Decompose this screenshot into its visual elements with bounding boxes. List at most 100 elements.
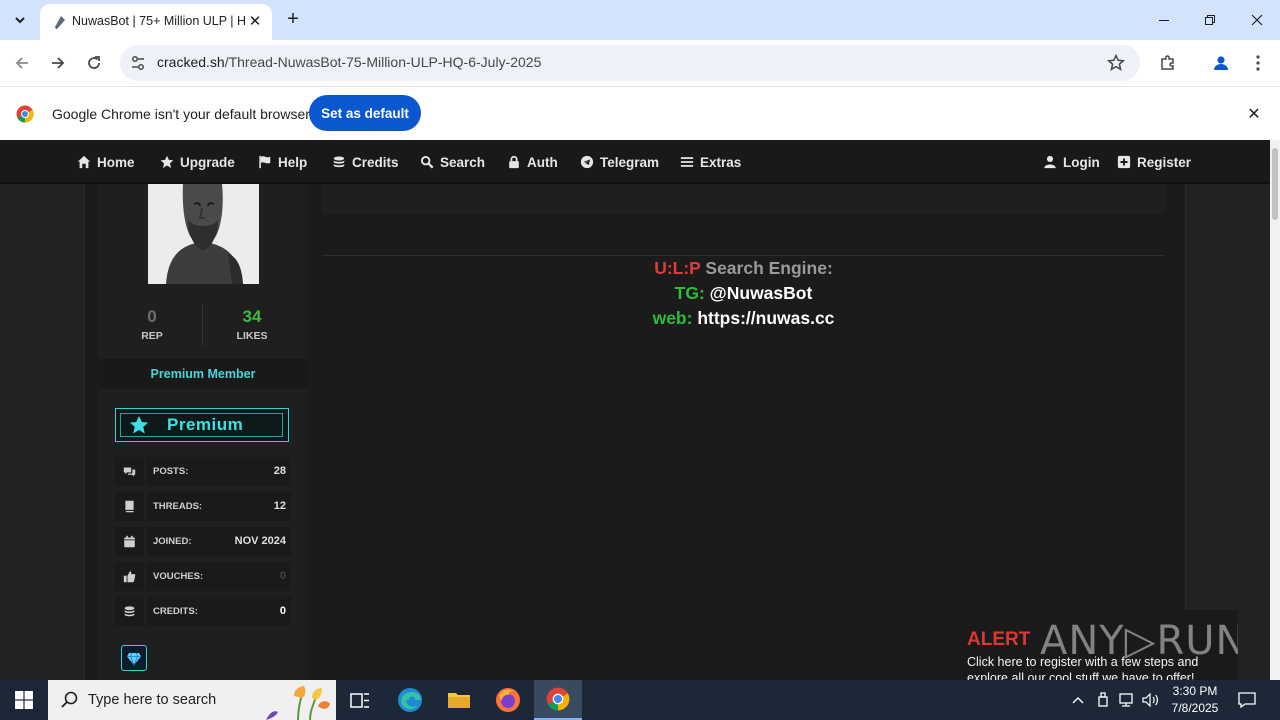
calendar-icon bbox=[124, 535, 135, 548]
tab-title: NuwasBot | 75+ Million ULP | H bbox=[72, 14, 247, 28]
address-bar[interactable]: cracked.sh/Thread-NuwasBot-75-Million-UL… bbox=[120, 45, 1140, 81]
comments-icon bbox=[123, 467, 136, 477]
url-path: /Thread-NuwasBot-75-Million-ULP-HQ-6-Jul… bbox=[224, 54, 542, 70]
nav-label: Auth bbox=[527, 154, 558, 170]
diamond-icon bbox=[127, 652, 141, 666]
taskbar-search-box[interactable]: Type here to search bbox=[48, 680, 336, 720]
firefox-taskbar-button[interactable] bbox=[484, 680, 532, 720]
usb-tray-icon[interactable] bbox=[1093, 690, 1113, 710]
kebab-menu-icon bbox=[1256, 55, 1260, 71]
forward-button[interactable] bbox=[46, 51, 70, 75]
minimize-button[interactable] bbox=[1141, 0, 1187, 40]
post-tg-value[interactable]: @NuwasBot bbox=[705, 283, 813, 303]
tab-search-button[interactable] bbox=[6, 7, 34, 33]
chrome-logo-icon bbox=[16, 105, 34, 123]
anyrun-alert-text: Click here to register with a few steps … bbox=[967, 655, 1199, 680]
new-tab-button[interactable]: + bbox=[282, 8, 304, 30]
reload-button[interactable] bbox=[82, 51, 106, 75]
url-host: cracked.sh bbox=[157, 54, 225, 70]
scrollbar-thumb[interactable] bbox=[1272, 148, 1278, 220]
taskbar-search-placeholder: Type here to search bbox=[88, 692, 217, 708]
start-button[interactable] bbox=[0, 680, 48, 720]
avatar[interactable] bbox=[148, 184, 259, 284]
tab-close-icon[interactable]: ✕ bbox=[246, 12, 264, 30]
site-favicon-icon bbox=[55, 16, 65, 29]
nav-search[interactable]: Search bbox=[420, 140, 485, 184]
post-header-bar bbox=[322, 184, 1165, 214]
close-window-button[interactable] bbox=[1234, 0, 1280, 40]
nav-telegram[interactable]: Telegram bbox=[580, 140, 659, 184]
home-icon bbox=[77, 155, 91, 169]
puzzle-icon bbox=[1161, 55, 1174, 70]
post-web-link[interactable]: https://nuwas.cc bbox=[692, 308, 834, 328]
browser-toolbar: cracked.sh/Thread-NuwasBot-75-Million-UL… bbox=[0, 40, 1280, 86]
star-icon bbox=[160, 155, 174, 168]
restore-button[interactable] bbox=[1187, 0, 1233, 40]
notification-center-icon[interactable] bbox=[1237, 690, 1257, 710]
edge-taskbar-button[interactable] bbox=[386, 680, 434, 720]
nav-extras[interactable]: Extras bbox=[680, 140, 741, 184]
nav-upgrade[interactable]: Upgrade bbox=[160, 140, 235, 184]
profile-stat-row: THREADS: 12 bbox=[115, 492, 291, 521]
task-view-button[interactable] bbox=[336, 680, 384, 720]
post-ulp-label: U:L:P bbox=[654, 258, 701, 278]
site-info-icon[interactable] bbox=[128, 53, 148, 73]
tray-overflow-icon[interactable] bbox=[1068, 690, 1088, 710]
set-as-default-button[interactable]: Set as default bbox=[309, 95, 421, 131]
chrome-menu-button[interactable] bbox=[1246, 51, 1270, 75]
premium-badge: Premium bbox=[115, 408, 289, 442]
anyrun-alert-popup[interactable]: ANY▷RUN ALERT Click here to register wit… bbox=[952, 610, 1238, 680]
profile-button[interactable] bbox=[1209, 51, 1233, 75]
post-engine-label: Search Engine: bbox=[700, 258, 833, 278]
page-scrollbar[interactable] bbox=[1270, 140, 1280, 680]
task-view-icon bbox=[350, 693, 369, 708]
nav-label: Register bbox=[1137, 154, 1192, 170]
extensions-button[interactable] bbox=[1156, 51, 1180, 75]
post-line-web: web: https://nuwas.cc bbox=[322, 308, 1165, 329]
profile-stat-row: CREDITS: 0 bbox=[115, 597, 291, 626]
browser-tab[interactable]: NuwasBot | 75+ Million ULP | H ✕ bbox=[40, 4, 272, 40]
stat-key: CREDITS: bbox=[153, 606, 198, 617]
nav-register[interactable]: Register bbox=[1117, 140, 1191, 184]
nav-login[interactable]: Login bbox=[1043, 140, 1100, 184]
nav-credits[interactable]: Credits bbox=[332, 140, 399, 184]
user-rank: Premium Member bbox=[98, 359, 308, 389]
nav-label: Telegram bbox=[600, 154, 660, 170]
restore-icon bbox=[1205, 15, 1215, 25]
profile-stat-row: JOINED: NOV 2024 bbox=[115, 527, 291, 556]
plus-square-icon bbox=[1117, 155, 1131, 169]
clock-date: 7/8/2025 bbox=[1171, 701, 1219, 715]
nav-help[interactable]: Help bbox=[258, 140, 307, 184]
nav-auth[interactable]: Auth bbox=[507, 140, 558, 184]
lock-icon bbox=[509, 155, 519, 169]
network-tray-icon[interactable] bbox=[1117, 690, 1137, 710]
back-button[interactable] bbox=[10, 51, 34, 75]
award-gem[interactable] bbox=[121, 645, 147, 671]
search-icon bbox=[420, 155, 434, 169]
stat-value: 0 bbox=[279, 570, 286, 582]
bookmark-star-icon[interactable] bbox=[1106, 53, 1126, 73]
post-line-telegram: TG: @NuwasBot bbox=[322, 283, 1165, 304]
rep-label: REP bbox=[141, 330, 163, 342]
folder-icon bbox=[448, 693, 470, 708]
post-line-engine: U:L:P Search Engine: bbox=[322, 258, 1165, 279]
stat-value: NOV 2024 bbox=[234, 535, 286, 547]
profile-stat-row: POSTS: 28 bbox=[115, 457, 291, 486]
chrome-taskbar-button[interactable] bbox=[534, 680, 582, 720]
profile-stat-row: VOUCHES: 0 bbox=[115, 562, 291, 591]
nav-label: Home bbox=[97, 154, 135, 170]
url-text: cracked.sh/Thread-NuwasBot-75-Million-UL… bbox=[157, 54, 541, 70]
infobar-close-icon[interactable]: ✕ bbox=[1244, 104, 1264, 124]
back-arrow-icon bbox=[15, 57, 28, 69]
premium-badge-inner: Premium bbox=[120, 413, 283, 437]
nav-home[interactable]: Home bbox=[77, 140, 135, 184]
volume-tray-icon[interactable] bbox=[1141, 690, 1161, 710]
coins-icon bbox=[333, 156, 345, 168]
file-explorer-taskbar-button[interactable] bbox=[435, 680, 483, 720]
search-icon bbox=[61, 691, 78, 708]
page-body: 0 REP 34 LIKES Premium Member Premium PO… bbox=[0, 184, 1270, 680]
star-icon bbox=[129, 416, 149, 434]
likes-value: 34 bbox=[242, 307, 262, 326]
nav-label: Credits bbox=[352, 154, 399, 170]
taskbar-clock[interactable]: 3:30 PM 7/8/2025 bbox=[1164, 683, 1226, 717]
